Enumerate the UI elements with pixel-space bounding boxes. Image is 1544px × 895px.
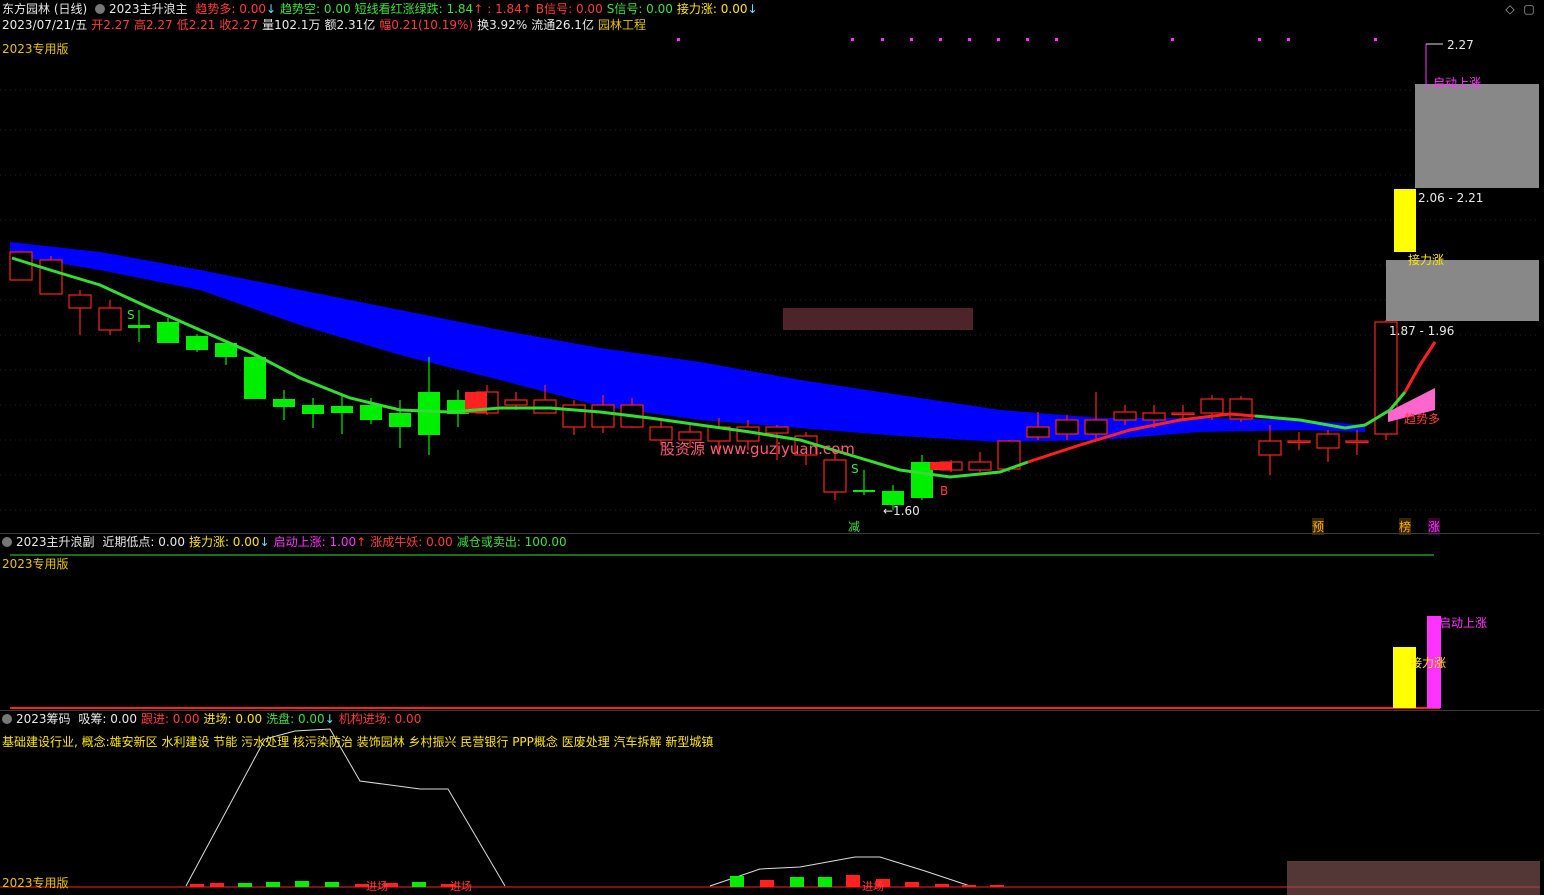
chip-chart-svg	[0, 728, 1540, 895]
sub-relay-label: 接力涨	[1410, 656, 1447, 670]
candle	[1345, 430, 1369, 455]
candle	[9, 251, 33, 281]
candle	[1374, 320, 1398, 440]
trend-band	[10, 242, 1365, 442]
candle	[1084, 392, 1108, 440]
chip-bar	[760, 880, 774, 887]
gray-box-upper	[1415, 84, 1539, 188]
candle	[1258, 425, 1282, 475]
trend-long-label: 趋势多	[1404, 412, 1441, 426]
candle	[1316, 430, 1340, 462]
chip-bar	[905, 882, 919, 887]
sub-chart-svg	[10, 554, 1441, 709]
candle	[331, 395, 353, 434]
candle	[39, 256, 63, 295]
chip-bar-label-1: 进场	[366, 880, 388, 893]
chip-bar-label-2: 进场	[450, 880, 472, 893]
sell-signal-1: S	[127, 308, 135, 322]
candle	[186, 334, 208, 352]
yellow-relay-box	[1394, 189, 1416, 252]
candle	[273, 390, 295, 420]
chip-bar	[325, 882, 339, 887]
chip-bar	[210, 883, 224, 887]
buy-signal: B	[940, 484, 949, 498]
start-rise-label-top: 启动上涨	[1433, 76, 1482, 90]
chip-bar	[790, 877, 804, 887]
chip-bar	[818, 877, 832, 887]
chip-indicator-pane[interactable]: 2023筹码 吸筹: 0.00 跟进: 0.00 进场: 0.00 洗盘: 0.00↓…	[0, 711, 1540, 895]
chip-bar	[295, 881, 309, 887]
chip-bar	[935, 884, 949, 887]
chip-bar	[990, 885, 1004, 887]
chip-bar	[846, 875, 860, 887]
candle	[244, 355, 266, 399]
candle	[1229, 396, 1253, 422]
chip-bar	[266, 882, 280, 887]
candle	[968, 452, 992, 472]
version-label-chip: 2023专用版	[2, 876, 69, 890]
ma-line-red-2	[1403, 341, 1437, 393]
chip-bar-label-3: 进场	[862, 880, 884, 893]
candle	[911, 455, 933, 500]
sell-signal-2: S	[851, 462, 859, 476]
chip-bar	[412, 882, 426, 887]
watermark-text: 股资源 www.guziyuan.com	[660, 440, 855, 458]
candle	[98, 300, 122, 335]
gray-box-lower	[1386, 260, 1539, 321]
low-price-label: ←1.60	[883, 504, 920, 518]
candle	[418, 357, 440, 455]
sub-indicator-pane[interactable]: 2023主升浪副 近期低点: 0.00 接力涨: 0.00↓ 启动上涨: 1.00↑…	[0, 534, 1540, 710]
chip-bar	[962, 885, 976, 887]
candle	[157, 318, 179, 343]
chip-bar	[238, 883, 252, 887]
candle	[1287, 432, 1311, 450]
candle	[562, 400, 586, 435]
sub-start-rise-label: 启动上涨	[1439, 616, 1488, 630]
main-chart-pane[interactable]: 东方园林 (日线) 2023主升浪主 趋势多: 0.00↓ 趋势空: 0.00 短线…	[0, 0, 1540, 535]
candle-filled-up	[930, 462, 952, 470]
range-upper-label: 2.06 - 2.21	[1418, 191, 1484, 205]
chip-bar	[730, 876, 744, 887]
high-price-label: 2.27	[1447, 38, 1474, 52]
range-lower-label: 1.87 - 1.96	[1389, 324, 1455, 338]
chip-bar	[190, 884, 204, 887]
candle	[302, 398, 324, 428]
candle	[68, 290, 92, 335]
relay-rise-label: 接力涨	[1408, 253, 1445, 267]
